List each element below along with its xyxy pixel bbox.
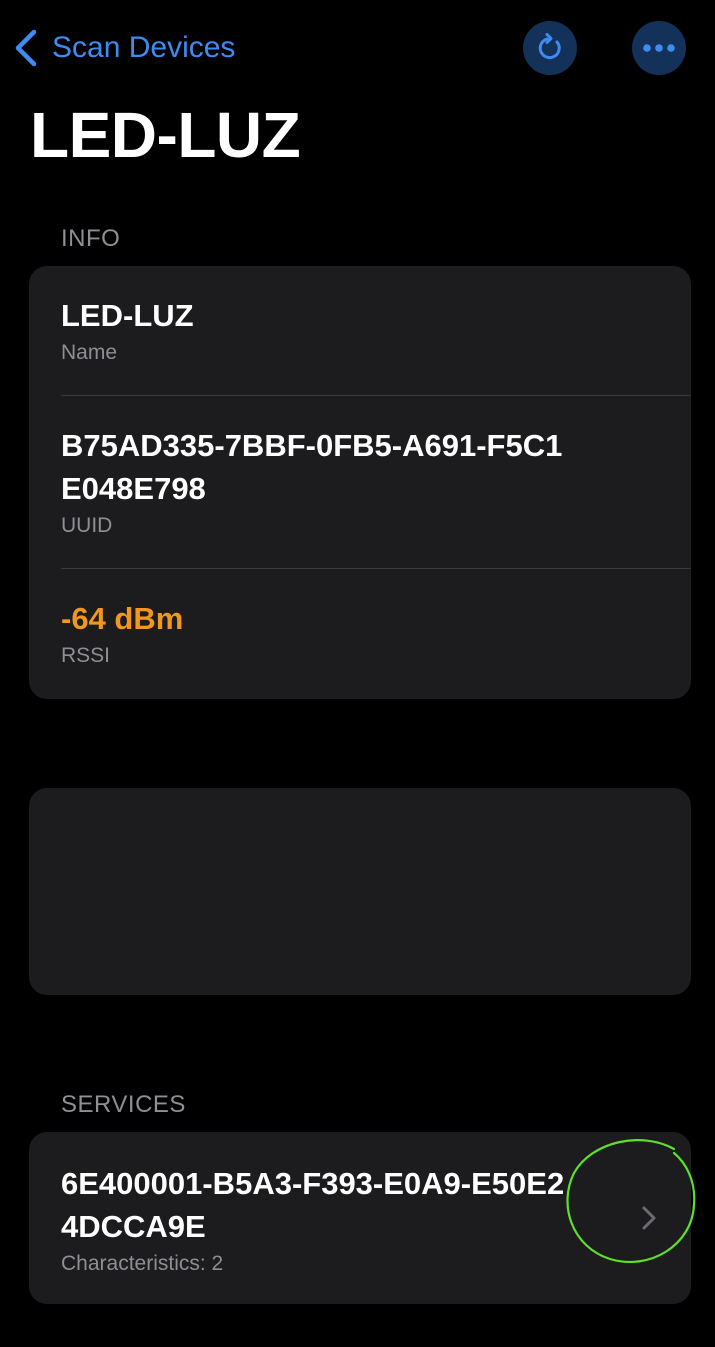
device-name-label: Name [61,341,118,364]
back-button-label: Scan Devices [52,31,236,64]
service-info: 6E400001-B5A3-F393-E0A9-E50E24DCCA9E Cha… [61,1162,581,1276]
rssi-label: RSSI [61,644,111,667]
device-uuid-label: UUID [61,514,113,537]
refresh-button[interactable] [523,21,577,75]
row-divider [61,395,691,396]
service-row[interactable]: 6E400001-B5A3-F393-E0A9-E50E24DCCA9E Cha… [29,1132,691,1304]
back-button[interactable]: Scan Devices [12,24,235,72]
ellipsis-icon [643,44,675,52]
device-uuid-value: B75AD335-7BBF-0FB5-A691-F5C1E048E798 [61,428,563,506]
device-name-value: LED-LUZ [61,298,194,333]
info-row-name: LED-LUZ Name [61,294,691,365]
info-card: LED-LUZ Name B75AD335-7BBF-0FB5-A691-F5C… [29,266,691,699]
chevron-left-icon [15,29,37,67]
info-row-rssi: -64 dBm RSSI [61,597,691,668]
info-row-uuid: B75AD335-7BBF-0FB5-A691-F5C1E048E798 UUI… [61,424,581,538]
info-section-header: INFO [61,225,121,252]
more-options-button[interactable] [632,21,686,75]
service-characteristics-count: Characteristics: 2 [61,1252,224,1275]
row-divider [61,568,691,569]
services-section-header: SERVICES [61,1091,186,1118]
empty-card [29,788,691,995]
service-uuid: 6E400001-B5A3-F393-E0A9-E50E24DCCA9E [61,1166,565,1244]
chevron-right-icon [642,1206,656,1230]
navigation-bar: Scan Devices [0,0,715,96]
rssi-value: -64 dBm [61,601,184,636]
page-title: LED-LUZ [30,99,301,171]
refresh-icon [538,33,561,60]
